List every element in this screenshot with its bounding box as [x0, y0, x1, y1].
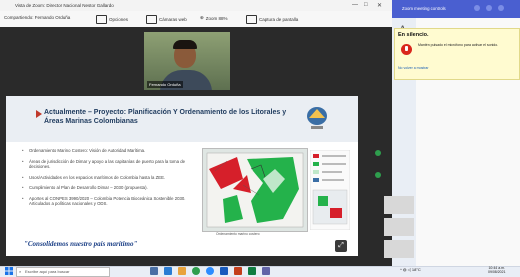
bullet-item: Ordenamiento Marino Costero: Visión de A…	[22, 148, 190, 154]
muted-mic-icon	[401, 44, 412, 55]
slogan: "Consolidemos nuestro país marítimo"	[24, 240, 138, 248]
word-icon[interactable]	[220, 267, 228, 275]
bullet-item: Usos/Actividades en los espacios marítim…	[22, 175, 190, 181]
options-button[interactable]: Opciones	[96, 15, 128, 24]
zoom-toolbar: Compartiendo: Fernando Orduña Opciones C…	[0, 11, 392, 28]
participant-video[interactable]: Fernando Orduña	[144, 32, 230, 90]
weather-temp[interactable]: 18°C	[412, 267, 421, 272]
cameras-button[interactable]: Cámaras web	[146, 15, 187, 24]
zoom-level-button[interactable]: ⊕ Zoom 88%	[200, 15, 228, 21]
powerpoint-icon[interactable]	[234, 267, 242, 275]
chevron-up-icon[interactable]: ^	[400, 267, 402, 272]
presentation-slide: Actualmente – Proyecto: Planificación Y …	[6, 96, 358, 256]
chrome-icon[interactable]	[192, 267, 200, 275]
screenshot-icon	[246, 15, 257, 24]
slide-bullet-triangle-icon	[36, 110, 42, 118]
monitor-icon	[96, 15, 107, 24]
excel-icon[interactable]	[248, 267, 256, 275]
thumbnail[interactable]	[384, 240, 414, 258]
notification-text: Mantén pulsado el micrófono para activar…	[418, 43, 499, 47]
camera-toggle-icon[interactable]	[486, 5, 492, 11]
file-explorer-icon[interactable]	[178, 267, 186, 275]
expand-icon[interactable]: ⤢	[335, 240, 347, 252]
bullet-list: Ordenamiento Marino Costero: Visión de A…	[22, 148, 190, 212]
dimar-logo	[307, 107, 327, 129]
search-icon: ⌕	[19, 269, 22, 274]
mic-icon[interactable]	[474, 5, 480, 11]
camera-icon	[146, 15, 157, 24]
screenshot-button[interactable]: Captura de pantalla	[246, 15, 298, 24]
map-caption: Ordenamiento marino costero	[216, 232, 260, 236]
task-view-icon[interactable]	[150, 267, 158, 275]
dont-show-again-link[interactable]: No volver a mostrar	[398, 66, 429, 70]
volume-icon[interactable]: ◁	[408, 267, 411, 272]
teams-icon[interactable]	[262, 267, 270, 275]
zoom-app-icon[interactable]	[206, 267, 214, 275]
window-title: Vista de Zoom: Director Nacional Nestor …	[15, 3, 114, 8]
meeting-controls-title: Zoom meeting controls	[402, 6, 446, 11]
clock-date: 09/08/2021	[488, 270, 506, 274]
thumbnail[interactable]	[384, 218, 414, 236]
meeting-controls-bar: Zoom meeting controls	[392, 0, 520, 18]
more-icon[interactable]	[498, 5, 504, 11]
edge-icon[interactable]	[164, 267, 172, 275]
bullet-item: Cumplimiento al Plan de Desarrollo Dimar…	[22, 185, 190, 191]
windows-start-icon[interactable]	[5, 267, 13, 275]
thumbnail[interactable]	[384, 196, 414, 214]
minimize-icon[interactable]: —	[352, 2, 358, 8]
status-dot-icon	[375, 172, 381, 178]
network-icon[interactable]: ◍	[403, 267, 407, 272]
system-tray[interactable]: ^ ◍ ◁ 18°C	[400, 267, 421, 272]
bullet-item: Áreas de jurisdicción de Dimar y apoyo a…	[22, 159, 190, 170]
map-legend	[310, 150, 350, 230]
zoom-icon: ⊕	[200, 15, 204, 20]
bullet-item: Aportes al CONPES 3990/2020 – Colombia P…	[22, 196, 190, 207]
colombia-coast-map	[202, 148, 308, 232]
notification-title: En silencio.	[398, 32, 429, 38]
participant-name: Fernando Orduña	[147, 81, 183, 88]
search-placeholder: Escribe aquí para buscar	[25, 269, 70, 274]
taskbar-clock[interactable]: 10:44 a.m. 09/08/2021	[488, 266, 506, 274]
slide-title: Actualmente – Proyecto: Planificación Y …	[44, 109, 287, 125]
close-icon[interactable]: ✕	[377, 2, 382, 9]
status-dot-icon	[375, 150, 381, 156]
sharing-label: Compartiendo: Fernando Orduña	[4, 15, 71, 20]
maximize-icon[interactable]: □	[364, 2, 368, 8]
